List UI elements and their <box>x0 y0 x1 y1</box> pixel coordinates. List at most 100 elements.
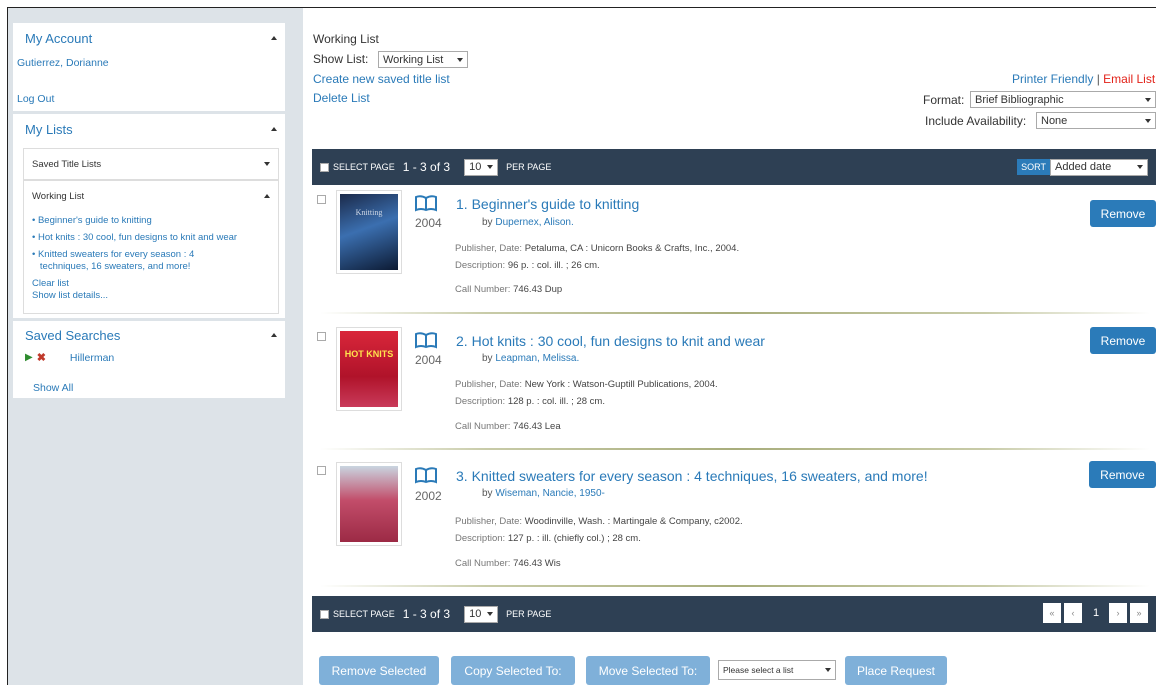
remove-button[interactable]: Remove <box>1090 200 1156 227</box>
by-label: by <box>482 488 493 499</box>
prev-page-button[interactable]: ‹ <box>1064 603 1082 623</box>
saved-search-link[interactable]: Hillerman <box>70 352 114 364</box>
description-value: 128 p. : col. ill. ; 28 cm. <box>507 396 605 407</box>
chevron-down-icon <box>487 165 494 169</box>
show-list-value: Working List <box>383 53 444 66</box>
select-page-checkbox[interactable] <box>320 162 329 172</box>
per-page-select[interactable]: 10 <box>464 158 499 176</box>
chevron-down-icon <box>825 668 831 672</box>
my-lists-header[interactable]: My Lists <box>13 114 285 144</box>
call-number-value: 746.43 Wis <box>513 558 561 569</box>
result-title[interactable]: 3. Knitted sweaters for every season : 4… <box>456 468 928 484</box>
delete-search-icon[interactable]: ✖ <box>37 351 46 364</box>
book-cover[interactable]: Knitting <box>336 190 402 274</box>
show-all-searches-link[interactable]: Show All <box>33 382 73 394</box>
my-account-header[interactable]: My Account <box>13 23 285 53</box>
saved-searches-header[interactable]: Saved Searches <box>13 321 285 349</box>
chevron-down-icon <box>457 57 463 62</box>
result-checkbox[interactable] <box>317 332 326 341</box>
collapse-icon[interactable] <box>271 333 277 337</box>
result-title[interactable]: 1. Beginner's guide to knitting <box>456 196 639 212</box>
saved-searches-panel: Saved Searches ▶ ✖ Hillerman Show All <box>13 321 285 398</box>
place-request-button[interactable]: Place Request <box>845 656 947 685</box>
collapse-icon[interactable] <box>271 36 277 40</box>
sort-select[interactable]: Added date <box>1050 158 1148 176</box>
author-link[interactable]: Wiseman, Nancie, 1950- <box>495 488 605 499</box>
list-item[interactable]: • Hot knits : 30 cool, fun designs to kn… <box>32 232 237 244</box>
cover-art: Knitting <box>340 194 398 270</box>
expand-icon[interactable] <box>264 162 270 166</box>
show-list-details-link[interactable]: Show list details... <box>32 290 237 302</box>
last-page-button[interactable]: » <box>1130 603 1148 623</box>
chevron-down-icon <box>487 612 494 616</box>
remove-button[interactable]: Remove <box>1090 327 1156 354</box>
result-title-text[interactable]: Beginner's guide to knitting <box>472 196 640 212</box>
move-selected-button[interactable]: Move Selected To: <box>586 656 710 685</box>
call-number-line: Call Number: 746.43 Dup <box>455 284 562 295</box>
author-link[interactable]: Dupernex, Alison. <box>495 217 573 228</box>
printer-friendly-link[interactable]: Printer Friendly <box>1012 72 1093 86</box>
saved-title-lists-toggle[interactable]: Saved Title Lists <box>23 148 279 180</box>
working-list-label: Working List <box>32 190 85 202</box>
result-divider <box>320 448 1150 450</box>
book-cover[interactable] <box>336 462 402 546</box>
call-number-value: 746.43 Dup <box>513 284 563 295</box>
call-number-label: Call Number: <box>455 421 511 432</box>
email-list-link[interactable]: Email List <box>1103 72 1155 86</box>
run-search-icon[interactable]: ▶ <box>25 352 33 363</box>
format-select[interactable]: Brief Bibliographic <box>970 91 1156 108</box>
description-label: Description: <box>455 533 506 544</box>
publisher-label: Publisher, Date: <box>455 516 523 527</box>
chevron-down-icon <box>1137 165 1143 169</box>
create-list-link[interactable]: Create new saved title list <box>313 72 450 86</box>
account-user-name[interactable]: Gutierrez, Dorianne <box>17 57 109 69</box>
result-title[interactable]: 2. Hot knits : 30 cool, fun designs to k… <box>456 333 765 349</box>
book-icon <box>415 467 437 484</box>
call-number-label: Call Number: <box>455 558 511 569</box>
availability-label: Include Availability: <box>925 114 1027 128</box>
result-number: 1. <box>456 196 468 212</box>
availability-select[interactable]: None <box>1036 112 1156 129</box>
my-account-panel: My Account Gutierrez, Dorianne Log Out <box>13 23 285 111</box>
result-checkbox[interactable] <box>317 466 326 475</box>
clear-list-link[interactable]: Clear list <box>32 278 237 290</box>
remove-button[interactable]: Remove <box>1089 461 1156 488</box>
collapse-icon[interactable] <box>264 194 270 198</box>
remove-selected-button[interactable]: Remove Selected <box>319 656 439 685</box>
show-list-label: Show List: <box>313 52 369 66</box>
delete-list-link[interactable]: Delete List <box>313 91 370 105</box>
format-label: Format: <box>923 93 965 107</box>
list-item[interactable]: • Knitted sweaters for every season : 4 … <box>32 249 237 273</box>
result-range: 1 - 3 of 3 <box>402 607 451 621</box>
saved-title-lists-label: Saved Title Lists <box>32 158 102 170</box>
target-list-select[interactable]: Please select a list <box>718 660 836 680</box>
my-lists-panel: My Lists Saved Title Lists Working List … <box>13 114 285 318</box>
current-page[interactable]: 1 <box>1086 603 1106 623</box>
result-range: 1 - 3 of 3 <box>402 160 451 174</box>
cover-art: HOT KNITS <box>340 331 398 407</box>
saved-search-row: ▶ ✖ Hillerman <box>25 351 114 365</box>
publisher-label: Publisher, Date: <box>455 379 523 390</box>
next-page-button[interactable]: › <box>1109 603 1127 623</box>
publisher-line: Publisher, Date: Petaluma, CA : Unicorn … <box>455 243 739 254</box>
result-title-text[interactable]: Knitted sweaters for every season : 4 te… <box>472 468 928 484</box>
list-item[interactable]: • Beginner's guide to knitting <box>32 215 237 227</box>
per-page-select[interactable]: 10 <box>464 605 499 623</box>
book-cover[interactable]: HOT KNITS <box>336 327 402 411</box>
result-title-text[interactable]: Hot knits : 30 cool, fun designs to knit… <box>472 333 765 349</box>
per-page-value: 10 <box>469 161 482 173</box>
copy-selected-button[interactable]: Copy Selected To: <box>451 656 575 685</box>
description-label: Description: <box>455 396 506 407</box>
working-list-box: Working List • Beginner's guide to knitt… <box>23 180 279 314</box>
working-list-toggle[interactable]: Working List <box>24 181 278 211</box>
logout-link[interactable]: Log Out <box>17 93 54 105</box>
show-list-select[interactable]: Working List <box>378 51 468 68</box>
select-page-checkbox[interactable] <box>320 609 329 619</box>
result-author-line: by Wiseman, Nancie, 1950- <box>482 488 605 499</box>
author-link[interactable]: Leapman, Melissa. <box>495 353 579 364</box>
first-page-button[interactable]: « <box>1043 603 1061 623</box>
collapse-icon[interactable] <box>271 127 277 131</box>
result-divider <box>320 585 1150 587</box>
pub-year: 2004 <box>415 216 442 230</box>
result-checkbox[interactable] <box>317 195 326 204</box>
